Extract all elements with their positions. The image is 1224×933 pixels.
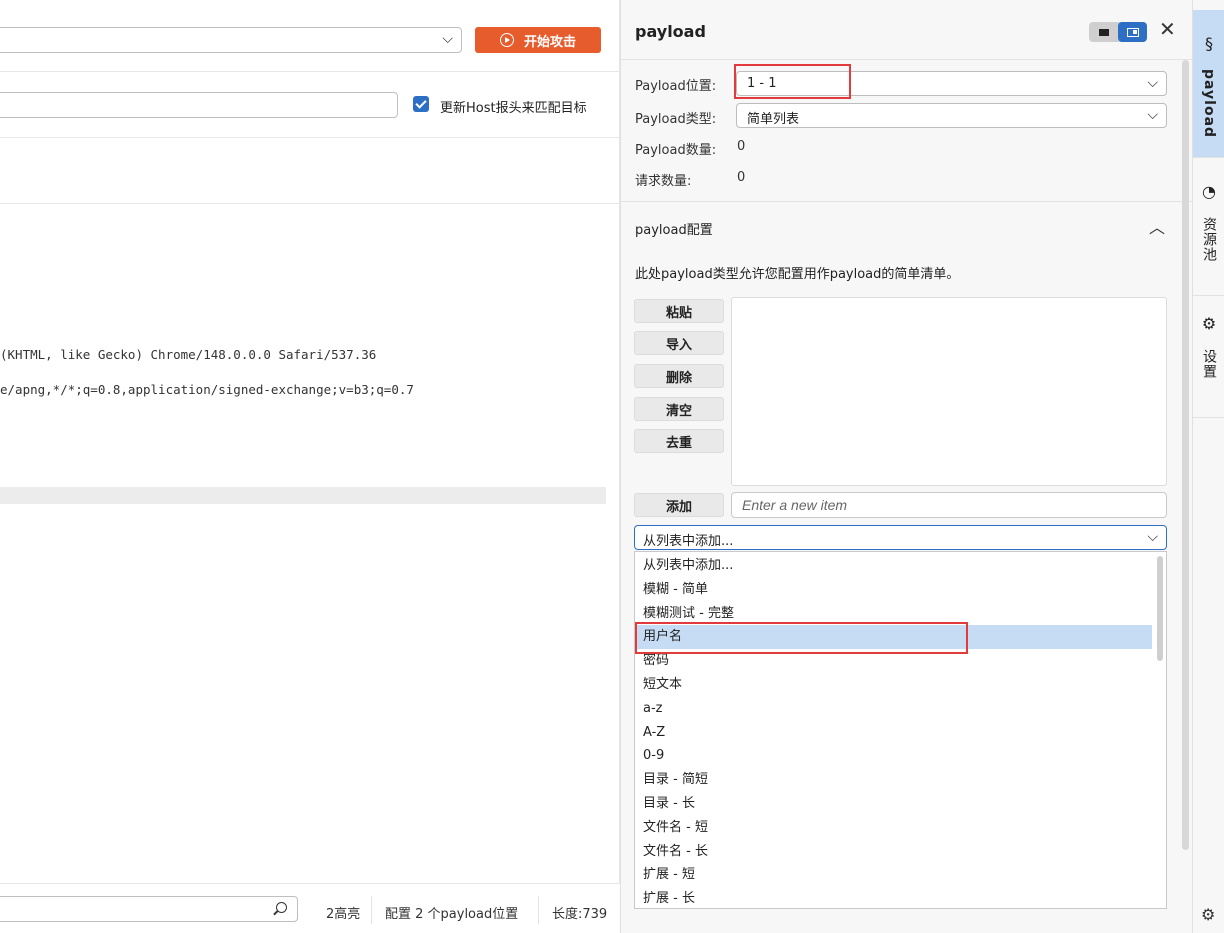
chevron-down-icon: ⌵ — [1147, 529, 1158, 545]
layout-panel-icon[interactable] — [1118, 22, 1147, 42]
dropdown-option[interactable]: 扩展 - 短 — [635, 863, 1152, 887]
pie-chart-icon: ◔ — [1202, 182, 1216, 201]
payload-position-label: Payload位置: — [635, 79, 717, 94]
dropdown-option[interactable]: A-Z — [635, 721, 1152, 745]
request-count-label: 请求数量: — [635, 174, 692, 189]
payload-icon: § — [1205, 34, 1213, 53]
clear-button[interactable]: 清空 — [634, 397, 724, 421]
layout-toggle[interactable] — [1089, 22, 1147, 42]
panel-scrollbar[interactable] — [1182, 60, 1189, 850]
sidebar-tab-label: 资源池 — [1201, 217, 1217, 262]
request-text-line[interactable]: (KHTML, like Gecko) Chrome/148.0.0.0 Saf… — [0, 347, 376, 362]
highlighted-line — [0, 487, 606, 504]
add-from-list-dropdown: 从列表中添加... 模糊 - 简单 模糊测试 - 完整 用户名 密码 短文本 a… — [634, 551, 1167, 909]
sidebar-tab-label: 设置 — [1201, 349, 1217, 379]
chevron-down-icon: ⌵ — [1147, 107, 1158, 123]
new-item-input[interactable]: Enter a new item — [731, 492, 1167, 518]
payload-count-label: Payload数量: — [635, 143, 717, 158]
chevron-down-icon: ⌵ — [442, 31, 453, 47]
layout-compact-icon[interactable] — [1089, 22, 1118, 42]
panel-title: payload — [635, 22, 706, 41]
gear-icon: ⚙ — [1201, 314, 1217, 333]
payload-config-description: 此处payload类型允许您配置用作payload的简单清单。 — [635, 267, 960, 282]
payload-config-title: payload配置 — [635, 223, 713, 238]
panel-header: payload ✕ — [621, 0, 1193, 60]
payload-type-label: Payload类型: — [635, 112, 717, 127]
sidebar-tab-payload[interactable]: § payload — [1193, 10, 1224, 158]
start-attack-button[interactable]: 开始攻击 — [475, 27, 601, 53]
annotation-box — [635, 622, 968, 654]
chevron-down-icon: ⌵ — [1147, 75, 1158, 91]
payload-list[interactable] — [731, 297, 1167, 486]
chevron-up-icon[interactable]: ︿ — [1149, 214, 1165, 238]
play-icon — [499, 33, 514, 47]
update-host-label: 更新Host报头来匹配目标 — [440, 101, 587, 116]
close-icon[interactable]: ✕ — [1159, 19, 1176, 39]
gear-icon[interactable]: ⚙ — [1201, 905, 1215, 924]
search-icon — [276, 902, 287, 913]
dropdown-option[interactable]: 从列表中添加... — [635, 554, 1152, 578]
dropdown-option[interactable]: 模糊 - 简单 — [635, 578, 1152, 602]
target-select[interactable]: ⌵ — [0, 27, 462, 53]
sidebar-tab-settings[interactable]: ⚙ 设置 — [1193, 296, 1224, 418]
status-bar: 2高亮 配置 2 个payload位置 长度:739 — [0, 883, 620, 933]
add-button[interactable]: 添加 — [634, 493, 724, 517]
request-count-value: 0 — [737, 170, 746, 185]
divider — [621, 201, 1193, 202]
right-sidebar: § payload ◔ 资源池 ⚙ 设置 — [1192, 0, 1224, 933]
dropdown-scrollbar[interactable] — [1157, 556, 1163, 661]
sidebar-tab-resources[interactable]: ◔ 资源池 — [1193, 158, 1224, 296]
highlight-count: 2高亮 — [326, 907, 361, 922]
divider — [371, 896, 372, 924]
host-row: 更新Host报头来匹配目标 — [0, 72, 620, 138]
host-input[interactable] — [0, 92, 398, 118]
payload-position-count: 配置 2 个payload位置 — [385, 907, 519, 922]
annotation-box — [734, 64, 851, 99]
dropdown-option[interactable]: 文件名 - 短 — [635, 816, 1152, 840]
dedupe-button[interactable]: 去重 — [634, 429, 724, 453]
divider — [538, 896, 539, 924]
dropdown-option[interactable]: 文件名 - 长 — [635, 840, 1152, 864]
request-text-line[interactable]: e/apng,*/*;q=0.8,application/signed-exch… — [0, 382, 414, 397]
start-attack-label: 开始攻击 — [523, 34, 576, 50]
dropdown-option[interactable]: 0-9 — [635, 744, 1152, 768]
request-length: 长度:739 — [552, 907, 608, 922]
add-from-list-value: 从列表中添加... — [643, 534, 734, 549]
payload-type-value: 简单列表 — [747, 112, 800, 127]
new-item-placeholder: Enter a new item — [742, 497, 848, 513]
dropdown-option[interactable]: 扩展 - 长 — [635, 887, 1152, 908]
payload-panel: payload ✕ Payload位置: 1 - 1 ⌵ Payload类型: … — [620, 0, 1193, 933]
payload-type-select[interactable]: 简单列表 ⌵ — [736, 103, 1167, 128]
payload-count-value: 0 — [737, 139, 746, 154]
add-from-list-select[interactable]: 从列表中添加... ⌵ — [634, 525, 1167, 550]
delete-button[interactable]: 删除 — [634, 364, 724, 388]
dropdown-option[interactable]: a-z — [635, 697, 1152, 721]
dropdown-option[interactable]: 短文本 — [635, 673, 1152, 697]
sidebar-tab-label: payload — [1201, 69, 1217, 139]
paste-button[interactable]: 粘贴 — [634, 299, 724, 323]
dropdown-option[interactable]: 目录 - 简短 — [635, 768, 1152, 792]
target-row: ⌵ 开始攻击 — [0, 0, 620, 72]
import-button[interactable]: 导入 — [634, 331, 724, 355]
options-row — [0, 138, 620, 204]
update-host-checkbox[interactable] — [413, 96, 429, 112]
dropdown-option[interactable]: 目录 - 长 — [635, 792, 1152, 816]
request-editor-area: ⌵ 开始攻击 更新Host报头来匹配目标 (KHTML, like Gecko)… — [0, 0, 620, 933]
search-input[interactable] — [0, 896, 298, 922]
